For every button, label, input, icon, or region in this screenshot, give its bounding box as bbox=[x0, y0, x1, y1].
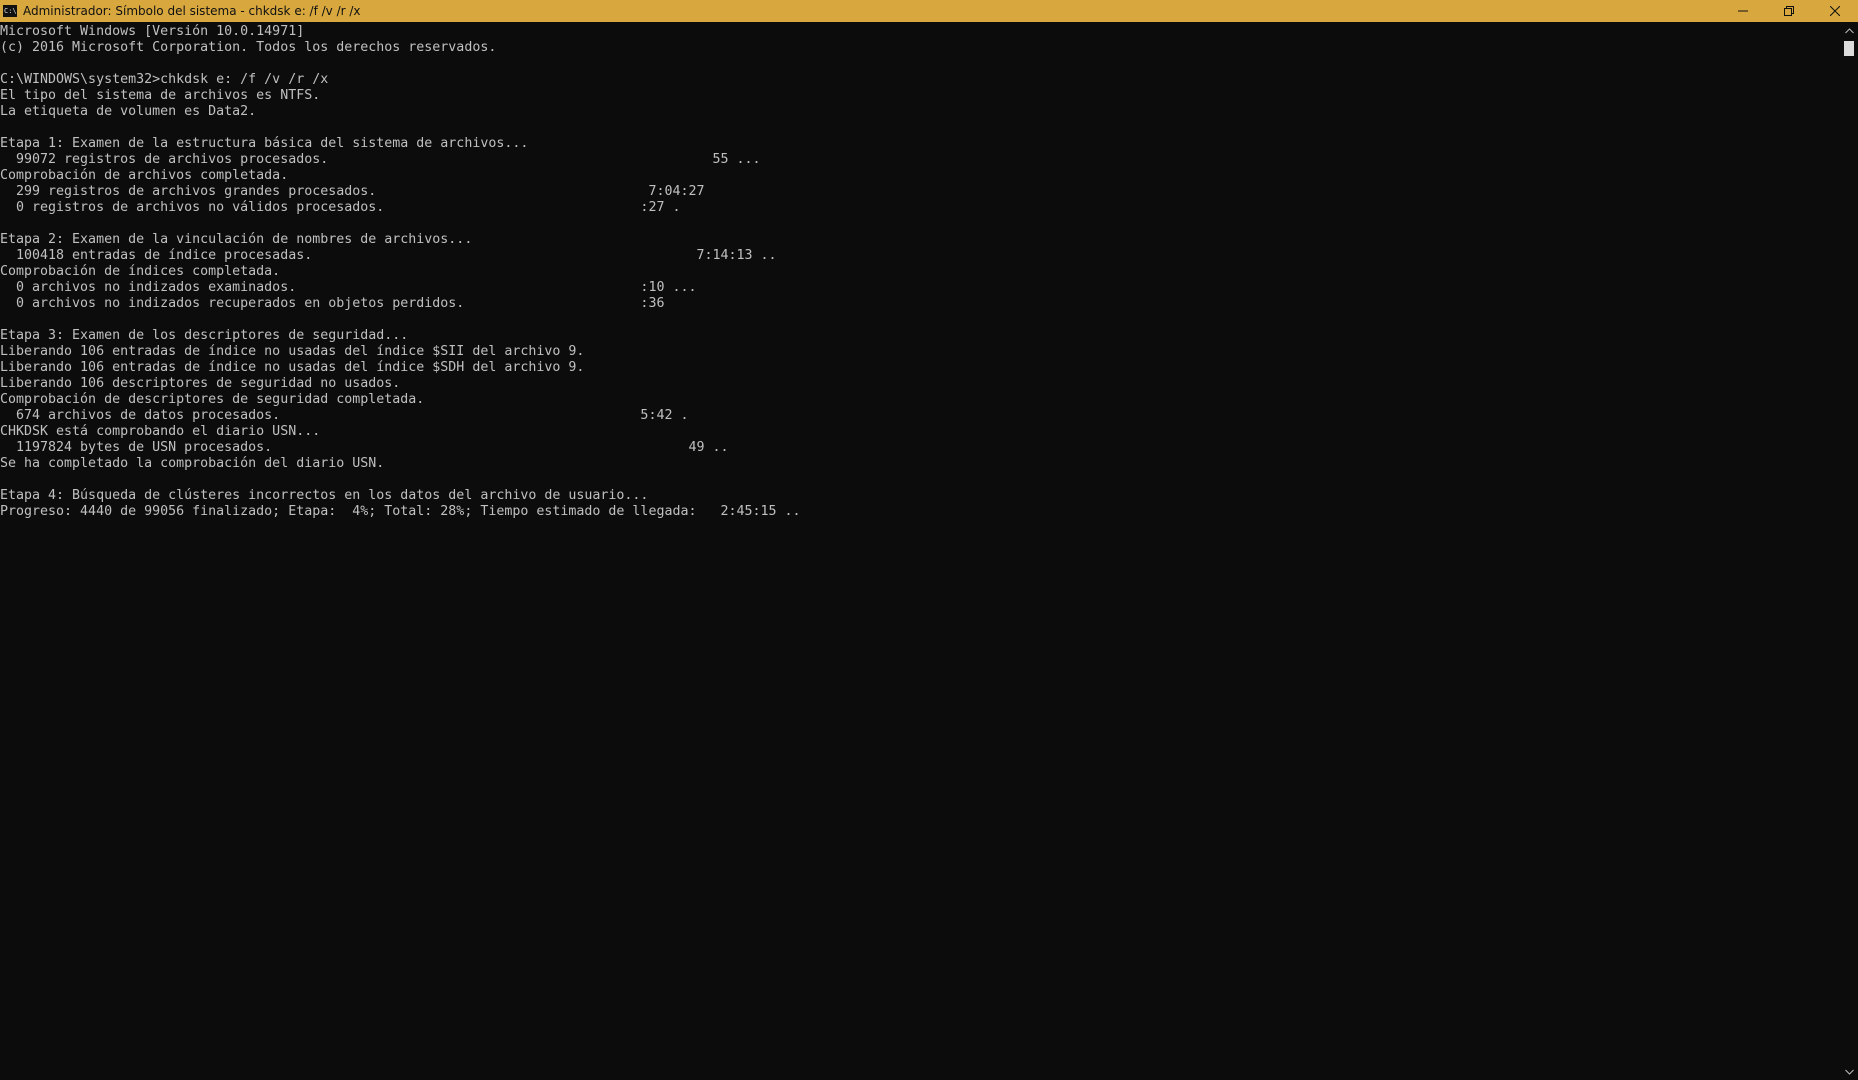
scroll-thumb[interactable] bbox=[1844, 41, 1854, 56]
console-line: Etapa 2: Examen de la vinculación de nom… bbox=[0, 232, 473, 247]
console-line: Liberando 106 entradas de índice no usad… bbox=[0, 360, 585, 375]
console-line: Etapa 4: Búsqueda de clústeres incorrect… bbox=[0, 488, 649, 503]
console-line: 1197824 bytes de USN procesados. 49 .. bbox=[0, 440, 729, 455]
console-line: Liberando 106 entradas de índice no usad… bbox=[0, 344, 585, 359]
console-line: 674 archivos de datos procesados. 5:42 . bbox=[0, 408, 689, 423]
scroll-down-button[interactable] bbox=[1841, 1063, 1858, 1080]
console-line: Microsoft Windows [Versión 10.0.14971] bbox=[0, 24, 305, 39]
window-title: Administrador: Símbolo del sistema - chk… bbox=[23, 4, 361, 18]
title-bar[interactable]: C:\ Administrador: Símbolo del sistema -… bbox=[0, 0, 1858, 22]
console-line: La etiqueta de volumen es Data2. bbox=[0, 104, 257, 119]
console-line: 0 archivos no indizados examinados. :10 … bbox=[0, 280, 697, 295]
console-line: 299 registros de archivos grandes proces… bbox=[0, 184, 705, 199]
console-line: Progreso: 4440 de 99056 finalizado; Etap… bbox=[0, 504, 801, 519]
scroll-up-arrow-icon bbox=[1845, 27, 1854, 33]
console-line: Comprobación de archivos completada. bbox=[0, 168, 289, 183]
console-line: 99072 registros de archivos procesados. … bbox=[0, 152, 761, 167]
console-output[interactable]: Microsoft Windows [Versión 10.0.14971] (… bbox=[0, 22, 1841, 1080]
console-line: 0 archivos no indizados recuperados en o… bbox=[0, 296, 665, 311]
scroll-down-arrow-icon bbox=[1845, 1069, 1854, 1075]
window-controls bbox=[1720, 0, 1858, 22]
console-line: CHKDSK está comprobando el diario USN... bbox=[0, 424, 321, 439]
scroll-up-button[interactable] bbox=[1841, 22, 1858, 39]
console-line: Liberando 106 descriptores de seguridad … bbox=[0, 376, 401, 391]
minimize-button[interactable] bbox=[1720, 0, 1766, 22]
console-line: El tipo del sistema de archivos es NTFS. bbox=[0, 88, 321, 103]
console-line: Comprobación de descriptores de segurida… bbox=[0, 392, 425, 407]
console-text: Microsoft Windows [Versión 10.0.14971] (… bbox=[0, 22, 1841, 520]
vertical-scrollbar[interactable] bbox=[1841, 22, 1858, 1080]
close-button[interactable] bbox=[1812, 0, 1858, 22]
restore-icon bbox=[1784, 6, 1794, 16]
console-line: Comprobación de índices completada. bbox=[0, 264, 281, 279]
console-line: 0 registros de archivos no válidos proce… bbox=[0, 200, 681, 215]
console-line: (c) 2016 Microsoft Corporation. Todos lo… bbox=[0, 40, 497, 55]
console-line: Etapa 1: Examen de la estructura básica … bbox=[0, 136, 529, 151]
console-line: Se ha completado la comprobación del dia… bbox=[0, 456, 385, 471]
close-icon bbox=[1830, 6, 1840, 16]
console-line: 100418 entradas de índice procesadas. 7:… bbox=[0, 248, 777, 263]
console-line: Etapa 3: Examen de los descriptores de s… bbox=[0, 328, 409, 343]
console-line: C:\WINDOWS\system32>chkdsk e: /f /v /r /… bbox=[0, 72, 329, 87]
cmd-app-icon[interactable]: C:\ bbox=[3, 5, 17, 17]
console-window: C:\ Administrador: Símbolo del sistema -… bbox=[0, 0, 1858, 1080]
minimize-icon bbox=[1738, 10, 1748, 12]
restore-button[interactable] bbox=[1766, 0, 1812, 22]
